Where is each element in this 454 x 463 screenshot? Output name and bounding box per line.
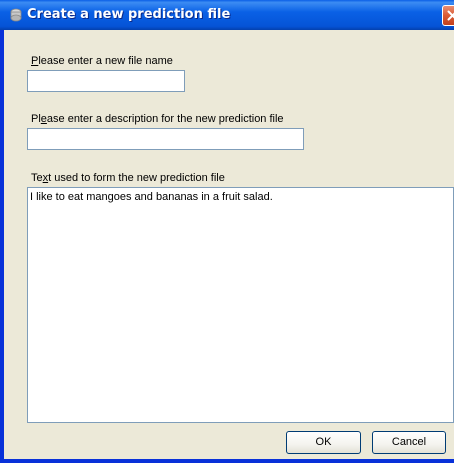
source-text-label: Text used to form the new prediction fil…: [31, 172, 225, 184]
close-button[interactable]: [442, 5, 454, 26]
app-icon: [10, 8, 22, 22]
dialog-window: Create a new prediction file Please ente…: [0, 0, 454, 463]
source-text-area[interactable]: I like to eat mangoes and bananas in a f…: [27, 187, 454, 423]
ok-button[interactable]: OK: [286, 431, 361, 454]
source-text-content: I like to eat mangoes and bananas in a f…: [30, 191, 273, 203]
window-title: Create a new prediction file: [27, 7, 231, 22]
file-name-label: Please enter a new file name: [31, 55, 173, 67]
description-label: Please enter a description for the new p…: [31, 113, 284, 125]
cancel-button[interactable]: Cancel: [372, 431, 446, 454]
file-name-input[interactable]: [27, 70, 185, 92]
description-input[interactable]: [27, 128, 304, 150]
close-icon: [447, 10, 454, 21]
title-bar[interactable]: Create a new prediction file: [0, 0, 454, 30]
